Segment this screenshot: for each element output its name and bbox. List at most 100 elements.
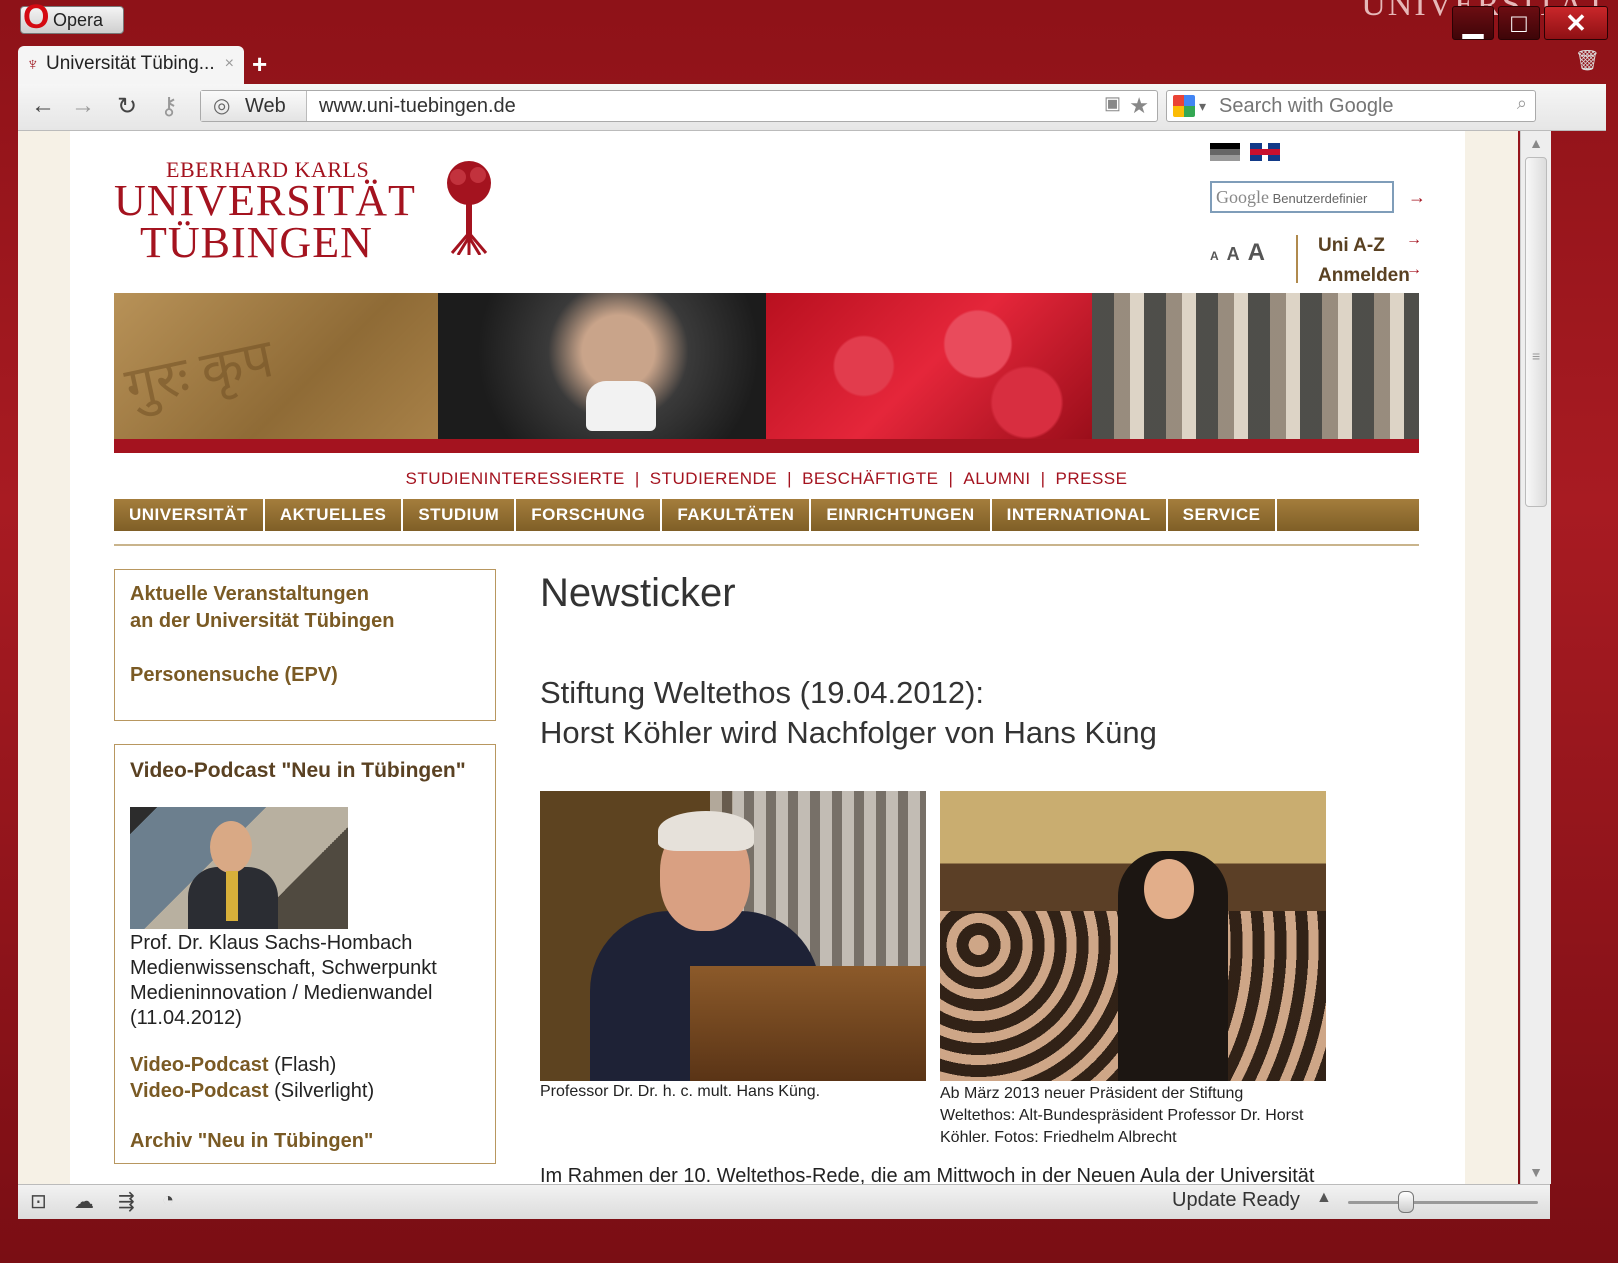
favicon-icon: ♆: [26, 54, 40, 74]
nav-aktuelles[interactable]: AKTUELLES: [265, 499, 404, 531]
site-search-input[interactable]: Google Benutzerdefinier: [1210, 181, 1394, 213]
nav-international[interactable]: INTERNATIONAL: [992, 499, 1168, 531]
tab-uni-tuebingen[interactable]: ♆ Universität Tübing... ×: [18, 46, 244, 84]
scroll-up-icon[interactable]: ▲: [1521, 131, 1551, 155]
banner-lecture-image: [1092, 293, 1419, 439]
photo-caption-2: Ab März 2013 neuer Präsident der Stiftun…: [940, 1085, 1304, 1146]
speed-dial-icon[interactable]: ◔: [162, 1189, 174, 1212]
events-link-line2[interactable]: an der Universität Tübingen: [130, 610, 394, 633]
podcast-desc-line: Prof. Dr. Klaus Sachs-Hombach: [130, 932, 413, 954]
page-title: Newsticker: [540, 571, 736, 615]
arrow-icon: →: [1406, 231, 1422, 248]
search-submit-arrow-icon[interactable]: →: [1408, 187, 1426, 208]
globe-icon: ◎: [213, 95, 231, 117]
zoom-slider-handle[interactable]: [1398, 1191, 1414, 1213]
events-link-line1[interactable]: Aktuelle Veranstaltungen: [130, 583, 369, 606]
reload-icon[interactable]: ↻: [112, 92, 142, 121]
page-viewport: EBERHARD KARLS UNIVERSITÄT TÜBINGEN Goog…: [18, 131, 1518, 1184]
uni-az-link[interactable]: Uni A-Z: [1318, 235, 1385, 257]
logo-line-tuebingen[interactable]: TÜBINGEN: [140, 217, 373, 268]
nav-beschaeftigte[interactable]: BESCHÄFTIGTE: [802, 469, 938, 488]
back-icon[interactable]: ←: [28, 92, 58, 120]
new-tab-button[interactable]: +: [252, 46, 267, 82]
address-bar[interactable]: ◎ Web www.uni-tuebingen.de ▣ ★: [200, 90, 1158, 122]
panel-toggle-icon[interactable]: ⊡: [30, 1189, 47, 1214]
search-box[interactable]: ▾ ⌕: [1166, 90, 1536, 122]
opera-logo-icon: O: [23, 0, 50, 36]
podcast-title: Video-Podcast "Neu in Tübingen": [130, 759, 466, 782]
tab-close-icon[interactable]: ×: [225, 46, 234, 82]
photo-caption-1: Professor Dr. Dr. h. c. mult. Hans Küng.: [540, 1083, 821, 1100]
chevron-up-icon[interactable]: ▲: [1316, 1189, 1332, 1207]
german-flag-icon[interactable]: [1210, 143, 1240, 161]
nav-einrichtungen[interactable]: EINRICHTUNGEN: [811, 499, 992, 531]
vertical-scrollbar[interactable]: ▲ ≡ ▼: [1520, 131, 1551, 1184]
podcast-thumbnail[interactable]: [130, 807, 348, 929]
login-link[interactable]: Anmelden: [1318, 265, 1410, 287]
nav-divider: [114, 544, 1419, 546]
opera-menu-button[interactable]: O Opera: [20, 0, 124, 34]
scroll-thumb[interactable]: ≡: [1525, 157, 1547, 507]
web-badge-label: Web: [245, 95, 286, 117]
banner-manuscript-image: गुरः कृप: [114, 293, 438, 439]
banner-microscope-image: [438, 293, 766, 439]
forward-icon[interactable]: →: [68, 92, 98, 120]
nav-studieninteressierte[interactable]: STUDIENINTERESSIERTE: [405, 469, 624, 488]
nav-universitaet[interactable]: UNIVERSITÄT: [114, 499, 265, 531]
nav-service[interactable]: SERVICE: [1168, 499, 1278, 531]
english-flag-icon[interactable]: [1250, 143, 1280, 161]
article-body: Im Rahmen der 10. Weltethos-Rede, die am…: [540, 1165, 1315, 1184]
arrow-icon: →: [1406, 261, 1422, 278]
podcast-description: Prof. Dr. Klaus Sachs-Hombach Medienwiss…: [130, 931, 437, 1031]
nav-fakultaeten[interactable]: FAKULTÄTEN: [662, 499, 812, 531]
header-banner: गुरः कृप: [114, 293, 1419, 453]
chevron-down-icon[interactable]: ▾: [1199, 93, 1206, 119]
podcast-desc-line: (11.04.2012): [130, 1007, 242, 1029]
main-nav: UNIVERSITÄT AKTUELLES STUDIUM FORSCHUNG …: [114, 499, 1419, 531]
podcast-silverlight-suffix: (Silverlight): [268, 1080, 375, 1102]
podcast-silverlight-link[interactable]: Video-Podcast: [130, 1080, 269, 1102]
nav-alumni[interactable]: ALUMNI: [963, 469, 1030, 488]
audience-nav: STUDIENINTERESSIERTE | STUDIERENDE | BESCHÄF…: [405, 469, 1128, 488]
tab-bar: ♆ Universität Tübing... × + 🗑: [18, 46, 1606, 84]
maximize-button[interactable]: □: [1498, 6, 1540, 40]
nav-studierende[interactable]: STUDIERENDE: [650, 469, 777, 488]
opera-menu-label: Opera: [53, 10, 104, 30]
nav-forschung[interactable]: FORSCHUNG: [516, 499, 663, 531]
banner-bloodcells-image: [766, 293, 1092, 439]
font-large-button[interactable]: A: [1248, 239, 1265, 266]
google-icon[interactable]: [1173, 95, 1195, 117]
url-text[interactable]: www.uni-tuebingen.de: [319, 91, 516, 121]
nav-presse[interactable]: PRESSE: [1056, 469, 1128, 488]
personensuche-link[interactable]: Personensuche (EPV): [130, 664, 338, 687]
update-ready-label[interactable]: Update Ready: [1172, 1189, 1300, 1212]
podcast-links: Video-Podcast (Flash) Video-Podcast (Sil…: [130, 1052, 374, 1104]
podcast-desc-line: Medienwissenschaft, Schwerpunkt: [130, 957, 437, 979]
nav-studium[interactable]: STUDIUM: [403, 499, 517, 531]
podcast-archive-link[interactable]: Archiv "Neu in Tübingen": [130, 1130, 373, 1153]
search-icon[interactable]: ⌕: [1517, 93, 1527, 114]
font-size-controls: AAA: [1210, 239, 1265, 267]
font-small-button[interactable]: A: [1210, 249, 1219, 263]
cloud-icon[interactable]: ☁: [74, 1189, 94, 1214]
tab-title: Universität Tübing...: [46, 53, 215, 74]
zoom-slider[interactable]: [1348, 1201, 1538, 1204]
web-badge[interactable]: ◎ Web: [201, 91, 307, 121]
bookmark-star-icon[interactable]: ★: [1129, 91, 1149, 121]
podcast-flash-link[interactable]: Video-Podcast: [130, 1054, 269, 1076]
tree-logo-icon[interactable]: [442, 159, 496, 255]
font-medium-button[interactable]: A: [1227, 244, 1240, 264]
google-brand-label: Google: [1216, 187, 1269, 207]
scroll-down-icon[interactable]: ▼: [1521, 1160, 1551, 1184]
key-icon[interactable]: ⚷: [154, 92, 184, 121]
browser-window: UNIVERSITÄT O Opera ▁ □ ✕ ♆ Universität …: [0, 0, 1618, 1263]
search-input[interactable]: [1219, 91, 1509, 121]
minimize-button[interactable]: ▁: [1452, 6, 1494, 40]
article-title-line2: Horst Köhler wird Nachfolger von Hans Kü…: [540, 715, 1157, 750]
rss-icon[interactable]: ▣: [1104, 93, 1121, 114]
close-window-button[interactable]: ✕: [1544, 6, 1608, 40]
banner-bar: [114, 439, 1419, 453]
podcast-flash-suffix: (Flash): [268, 1054, 337, 1076]
trash-icon[interactable]: 🗑: [1575, 48, 1600, 73]
share-icon[interactable]: ⇶: [118, 1189, 135, 1214]
